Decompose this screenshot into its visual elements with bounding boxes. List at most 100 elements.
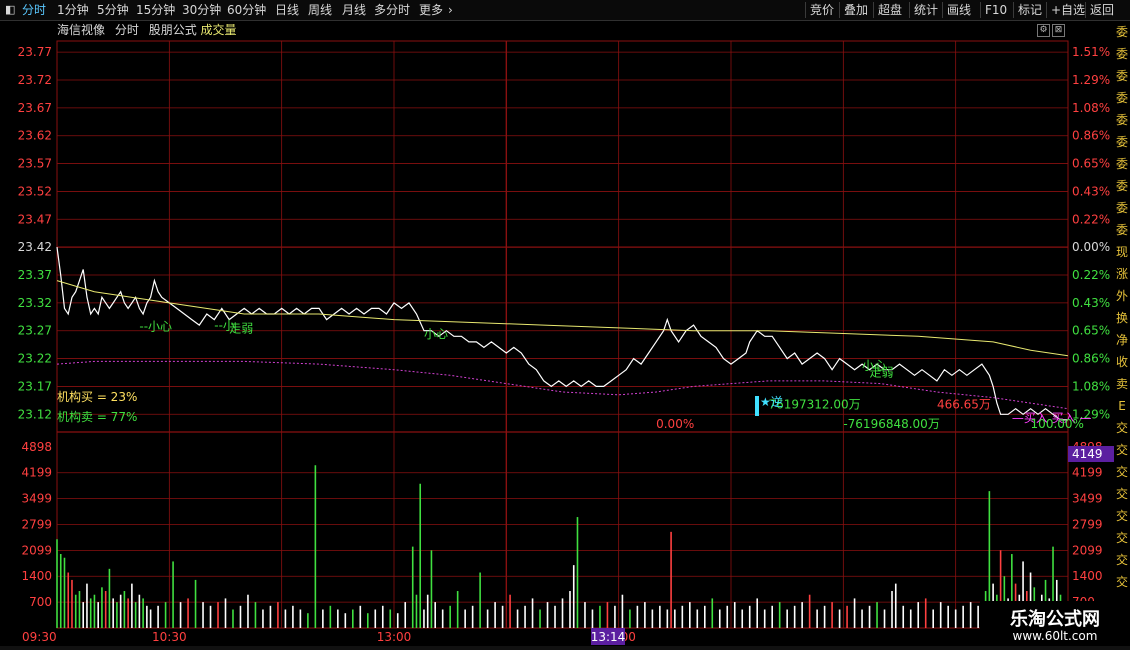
volume-axis-label: 4199 — [21, 466, 52, 480]
ticker-char: 卖 — [1115, 377, 1128, 391]
toolbar-tab-5[interactable]: 60分钟 — [227, 0, 266, 20]
ticker-char: 委 — [1115, 69, 1128, 83]
price-axis-label: 23.37 — [18, 268, 52, 282]
toolbar-tab-4[interactable]: 30分钟 — [182, 0, 221, 20]
ticker-char: 交 — [1115, 421, 1128, 435]
toolbar-action-1[interactable]: 叠加 — [844, 0, 868, 20]
toolbar-tab-2[interactable]: 5分钟 — [97, 0, 129, 20]
toolbar-tab-3[interactable]: 15分钟 — [136, 0, 175, 20]
toolbar-tab-7[interactable]: 周线 — [308, 0, 332, 20]
cursor-time-label: 13:14 — [591, 630, 626, 644]
ticker-char: 交 — [1115, 575, 1128, 589]
price-axis-label: 23.17 — [18, 379, 52, 393]
percent-axis-label: 0.22% — [1072, 212, 1110, 226]
toolbar-tab-8[interactable]: 月线 — [342, 0, 366, 20]
time-axis-label: 10:30 — [152, 630, 187, 644]
toolbar-action-2[interactable]: 超盘 — [878, 0, 902, 20]
volume-axis-label: 3499 — [21, 492, 52, 506]
chart-frame — [56, 40, 1069, 629]
ticker-char: 涨 — [1115, 267, 1128, 281]
ticker-char: 现 — [1115, 245, 1128, 259]
percent-axis-label: 0.22% — [1072, 268, 1110, 282]
volume-axis-label: 2799 — [21, 517, 52, 531]
toolbar-action-3[interactable]: 统计 — [914, 0, 938, 20]
ticker-char: 交 — [1115, 509, 1128, 523]
volume-axis-label-right: 4199 — [1072, 466, 1103, 480]
ticker-char: 委 — [1115, 113, 1128, 127]
ticker-char: 净 — [1115, 333, 1128, 347]
ticker-char: 交 — [1115, 465, 1128, 479]
percent-axis-label: 1.08% — [1072, 101, 1110, 115]
ticker-char: 换 — [1115, 311, 1128, 325]
ticker-char: 外 — [1115, 289, 1128, 303]
inst-sell-label: 机构卖 = 77% — [57, 409, 137, 424]
time-axis-label: 13:00 — [377, 630, 412, 644]
ticker-char: 委 — [1115, 201, 1128, 215]
signal-label: 走弱 — [229, 321, 253, 335]
percent-axis-label: 1.51% — [1072, 45, 1110, 59]
price-axis-label: 23.57 — [18, 157, 52, 171]
toolbar-tab-9[interactable]: 多分时 — [374, 0, 410, 20]
price-axis-label: 23.42 — [18, 240, 52, 254]
percent-axis-label: 1.29% — [1072, 73, 1110, 87]
price-axis-label: 23.67 — [18, 101, 52, 115]
ticker-char: 委 — [1115, 179, 1128, 193]
volume-axis-label-right: 1400 — [1072, 569, 1103, 583]
ticker-char: 交 — [1115, 553, 1128, 567]
toolbar-tab-1[interactable]: 1分钟 — [57, 0, 89, 20]
toolbar-action-7[interactable]: +自选 — [1051, 0, 1085, 20]
toolbar-action-6[interactable]: 标记 — [1018, 0, 1042, 20]
signal-label: 小心 — [424, 327, 448, 341]
status-bar — [0, 646, 1130, 650]
price-axis-label: 23.47 — [18, 212, 52, 226]
layout-toggle-icon[interactable]: ◧ — [5, 0, 15, 20]
volume-axis-label: 2099 — [21, 543, 52, 557]
percent-axis-label: 0.43% — [1072, 296, 1110, 310]
star-marker-bar — [755, 396, 759, 416]
ticker-char: 委 — [1115, 157, 1128, 171]
volume-axis-label-right: 2099 — [1072, 543, 1103, 557]
percent-axis-label: 0.65% — [1072, 157, 1110, 171]
price-axis-label: 23.52 — [18, 184, 52, 198]
watermark-logo: 乐淘公式网 www.60lt.com — [980, 601, 1130, 650]
ticker-char: 交 — [1115, 443, 1128, 457]
volume-axis-label-right: 2799 — [1072, 517, 1103, 531]
volume-axis-label-right: 3499 — [1072, 492, 1103, 506]
percent-axis-label: 0.86% — [1072, 129, 1110, 143]
price-axis-label: 23.12 — [18, 407, 52, 421]
volume-axis-label: 4898 — [21, 440, 52, 454]
toolbar-action-0[interactable]: 竞价 — [810, 0, 834, 20]
price-axis-label: 23.77 — [18, 45, 52, 59]
signal-label: --小心 — [139, 320, 172, 334]
signal-label: 100.00% — [1031, 417, 1084, 431]
ticker-char: E — [1118, 399, 1126, 413]
ticker-char: 委 — [1115, 91, 1128, 105]
ticker-char: 委 — [1115, 25, 1128, 39]
price-axis-label: 23.22 — [18, 352, 52, 366]
chevron-right-icon[interactable]: › — [448, 0, 453, 20]
percent-axis-label: 0.86% — [1072, 352, 1110, 366]
toolbar: 分时 1分钟 5分钟 15分钟 30分钟 60分钟 日线 周线 月线 多分时 更多 › ◧ 竞价 叠加 超盘… — [0, 0, 1130, 21]
toolbar-action-5[interactable]: F10 — [985, 0, 1007, 20]
reference-line — [56, 360, 1069, 410]
percent-axis-label: 0.43% — [1072, 184, 1110, 198]
price-axis-label: 23.72 — [18, 73, 52, 87]
volume-axis-label: 700 — [29, 595, 52, 609]
signal-label: 466.65万 — [937, 398, 991, 412]
watermark-url: www.60lt.com — [1012, 629, 1098, 643]
intraday-chart[interactable]: 23.77 1.51% 23.72 1.29% 23.67 1.08% 23.62 0.86%… — [0, 21, 1114, 646]
toolbar-tab-6[interactable]: 日线 — [275, 0, 299, 20]
toolbar-action-8[interactable]: 返回 — [1090, 0, 1114, 20]
toolbar-tab-0[interactable]: 分时 — [22, 0, 46, 20]
ticker-char: 交 — [1115, 531, 1128, 545]
toolbar-action-4[interactable]: 画线 — [947, 0, 971, 20]
volume-axis-label: 1400 — [21, 569, 52, 583]
toolbar-tab-10[interactable]: 更多 — [419, 0, 443, 20]
inst-buy-label: 机构买 = 23% — [57, 389, 137, 404]
signal-label: 走弱 — [870, 365, 894, 379]
price-line — [56, 247, 1068, 421]
ticker-char: 交 — [1115, 487, 1128, 501]
percent-axis-label: 0.65% — [1072, 324, 1110, 338]
ticker-char: 委 — [1115, 223, 1128, 237]
price-axis-label: 23.32 — [18, 296, 52, 310]
